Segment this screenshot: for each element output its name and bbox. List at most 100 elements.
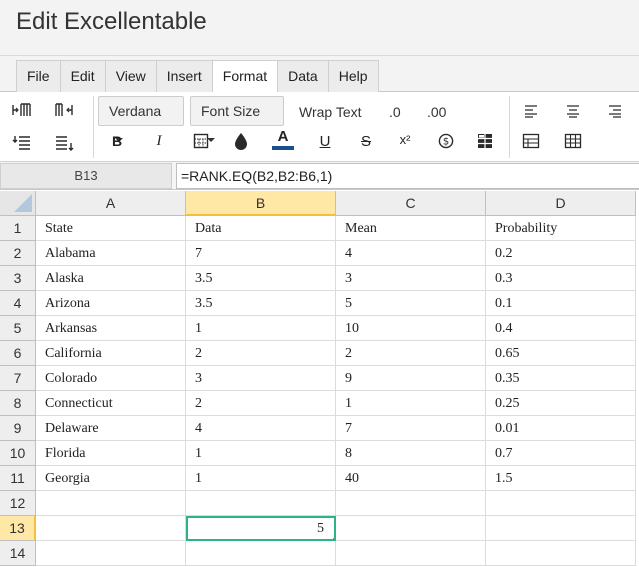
menu-tab-view[interactable]: View [104, 60, 157, 92]
align-center-icon[interactable] [561, 99, 585, 123]
cell-b6[interactable]: 2 [186, 341, 336, 366]
cell-c13[interactable] [336, 516, 486, 541]
column-header-a[interactable]: A [36, 191, 186, 216]
cell-d3[interactable]: 0.3 [486, 266, 636, 291]
menu-tab-insert[interactable]: Insert [155, 60, 213, 92]
cell-b2[interactable]: 7 [186, 241, 336, 266]
cell-b14[interactable] [186, 541, 336, 566]
cell-d10[interactable]: 0.7 [486, 441, 636, 466]
strikethrough-button[interactable]: S [354, 129, 378, 153]
merge-cells-icon[interactable] [519, 129, 543, 153]
cell-d2[interactable]: 0.2 [486, 241, 636, 266]
menu-tab-file[interactable]: File [16, 60, 61, 92]
wrap-text-button[interactable]: Wrap Text [299, 104, 362, 120]
row-header-3[interactable]: 3 [0, 266, 36, 291]
font-size-dropdown[interactable]: Font Size [190, 96, 284, 143]
cell-c5[interactable]: 10 [336, 316, 486, 341]
cell-d11[interactable]: 1.5 [486, 466, 636, 491]
menu-tab-edit[interactable]: Edit [59, 60, 106, 92]
cell-c9[interactable]: 7 [336, 416, 486, 441]
cell-a7[interactable]: Colorado [36, 366, 186, 391]
cell-a11[interactable]: Georgia [36, 466, 186, 491]
row-header-9[interactable]: 9 [0, 416, 36, 441]
cell-d5[interactable]: 0.4 [486, 316, 636, 341]
cell-d4[interactable]: 0.1 [486, 291, 636, 316]
column-header-b[interactable]: B [186, 191, 336, 216]
cell-d14[interactable] [486, 541, 636, 566]
cell-a8[interactable]: Connecticut [36, 391, 186, 416]
fill-color-icon[interactable] [229, 129, 253, 153]
cell-a14[interactable] [36, 541, 186, 566]
font-color-button[interactable]: A [271, 127, 295, 151]
superscript-button[interactable]: x² [393, 127, 417, 151]
currency-icon[interactable]: $ [434, 129, 458, 153]
cell-a13[interactable] [36, 516, 186, 541]
cell-d8[interactable]: 0.25 [486, 391, 636, 416]
cell-a5[interactable]: Arkansas [36, 316, 186, 341]
italic-button[interactable]: I [147, 129, 171, 153]
cell-b12[interactable] [186, 491, 336, 516]
cell-c7[interactable]: 9 [336, 366, 486, 391]
cell-c6[interactable]: 2 [336, 341, 486, 366]
borders-icon[interactable] [189, 129, 213, 153]
cell-b9[interactable]: 4 [186, 416, 336, 441]
cell-d7[interactable]: 0.35 [486, 366, 636, 391]
row-header-1[interactable]: 1 [0, 216, 36, 241]
cell-b8[interactable]: 2 [186, 391, 336, 416]
cell-b4[interactable]: 3.5 [186, 291, 336, 316]
cell-b1[interactable]: Data [186, 216, 336, 241]
cell-a3[interactable]: Alaska [36, 266, 186, 291]
row-header-8[interactable]: 8 [0, 391, 36, 416]
cell-d6[interactable]: 0.65 [486, 341, 636, 366]
row-header-7[interactable]: 7 [0, 366, 36, 391]
cell-a12[interactable] [36, 491, 186, 516]
cell-a1[interactable]: State [36, 216, 186, 241]
cell-c12[interactable] [336, 491, 486, 516]
increase-decimals-button[interactable]: .00 [427, 104, 446, 120]
cell-a9[interactable]: Delaware [36, 416, 186, 441]
cell-b10[interactable]: 1 [186, 441, 336, 466]
cell-a6[interactable]: California [36, 341, 186, 366]
select-all-corner[interactable] [0, 191, 36, 216]
cell-a10[interactable]: Florida [36, 441, 186, 466]
row-header-13[interactable]: 13 [0, 516, 36, 541]
cell-d13[interactable] [486, 516, 636, 541]
cell-c14[interactable] [336, 541, 486, 566]
row-header-14[interactable]: 14 [0, 541, 36, 566]
row-header-6[interactable]: 6 [0, 341, 36, 366]
cell-b13[interactable]: 5 [186, 516, 336, 541]
cell-c1[interactable]: Mean [336, 216, 486, 241]
cell-c4[interactable]: 5 [336, 291, 486, 316]
cell-b7[interactable]: 3 [186, 366, 336, 391]
cell-reference-box[interactable]: B13 [0, 163, 172, 189]
menu-tab-data[interactable]: Data [277, 60, 329, 92]
cell-b3[interactable]: 3.5 [186, 266, 336, 291]
cell-a4[interactable]: Arizona [36, 291, 186, 316]
align-left-icon[interactable] [519, 99, 543, 123]
cell-c8[interactable]: 1 [336, 391, 486, 416]
row-header-11[interactable]: 11 [0, 466, 36, 491]
cell-a2[interactable]: Alabama [36, 241, 186, 266]
menu-tab-format[interactable]: Format [211, 60, 279, 93]
conditional-format-icon[interactable] [473, 129, 497, 153]
row-header-10[interactable]: 10 [0, 441, 36, 466]
cell-c11[interactable]: 40 [336, 466, 486, 491]
formula-input[interactable]: =RANK.EQ(B2,B2:B6,1) [176, 163, 639, 189]
menu-tab-help[interactable]: Help [327, 60, 379, 92]
row-header-5[interactable]: 5 [0, 316, 36, 341]
underline-button[interactable]: U [313, 129, 337, 153]
cell-b11[interactable]: 1 [186, 466, 336, 491]
cell-b5[interactable]: 1 [186, 316, 336, 341]
align-right-icon[interactable] [603, 99, 627, 123]
row-header-4[interactable]: 4 [0, 291, 36, 316]
insert-column-right-icon[interactable] [52, 99, 76, 123]
bold-button[interactable]: B [105, 129, 129, 153]
cell-c2[interactable]: 4 [336, 241, 486, 266]
cell-d9[interactable]: 0.01 [486, 416, 636, 441]
cell-c3[interactable]: 3 [336, 266, 486, 291]
cell-d1[interactable]: Probability [486, 216, 636, 241]
insert-row-below-icon[interactable] [52, 131, 76, 155]
cell-c10[interactable]: 8 [336, 441, 486, 466]
insert-column-left-icon[interactable] [10, 99, 34, 123]
row-header-12[interactable]: 12 [0, 491, 36, 516]
